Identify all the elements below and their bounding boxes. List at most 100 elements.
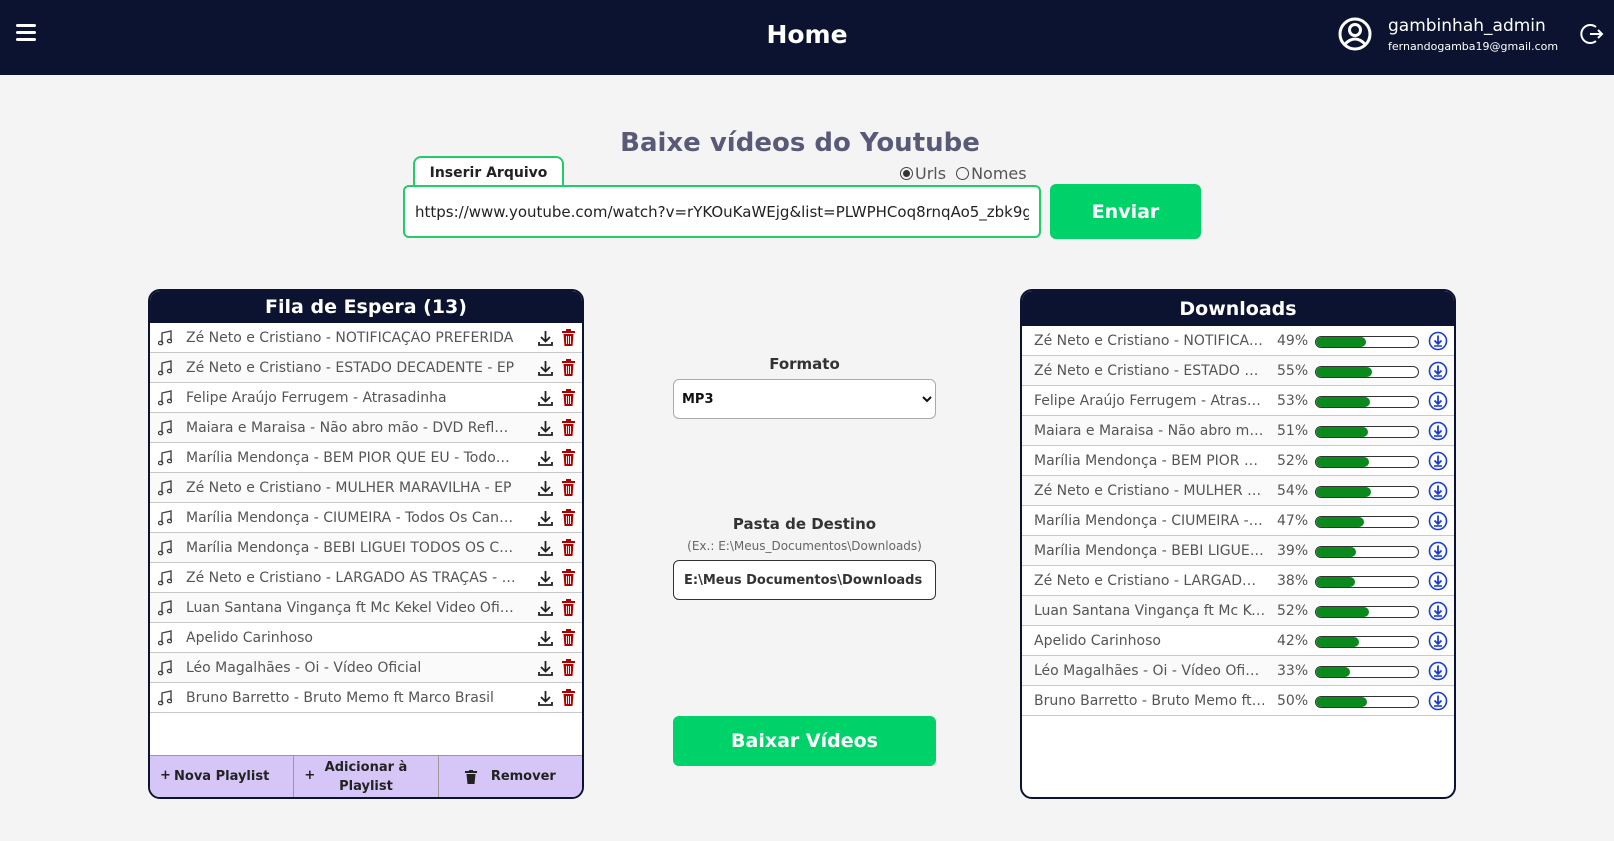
trash-icon[interactable] xyxy=(562,629,575,646)
user-name: gambinhah_admin xyxy=(1388,16,1546,36)
plus-icon: + xyxy=(160,768,171,783)
download-icon[interactable] xyxy=(538,630,553,646)
download-item-title: Zé Neto e Cristiano - NOTIFICAÇÃO PREFER… xyxy=(1034,332,1266,349)
download-circle-icon[interactable] xyxy=(1428,481,1448,501)
download-circle-icon[interactable] xyxy=(1428,631,1448,651)
download-icon[interactable] xyxy=(538,480,553,496)
send-button[interactable]: Enviar xyxy=(1050,184,1201,239)
trash-icon[interactable] xyxy=(562,449,575,466)
queue-item-title: Felipe Araújo Ferrugem - Atrasadinha xyxy=(186,389,447,406)
queue-row[interactable]: Marília Mendonça - BEBI LIGUEI TODOS OS … xyxy=(150,533,582,563)
download-icon[interactable] xyxy=(538,660,553,676)
destination-input[interactable] xyxy=(673,560,936,600)
download-circle-icon[interactable] xyxy=(1428,391,1448,411)
queue-row[interactable]: Marília Mendonça - CIUMEIRA - Todos Os C… xyxy=(150,503,582,533)
destination-label: Pasta de Destino xyxy=(732,515,877,533)
download-circle-icon[interactable] xyxy=(1428,511,1448,531)
trash-icon[interactable] xyxy=(562,659,575,676)
download-videos-button[interactable]: Baixar Vídeos xyxy=(673,716,936,766)
queue-row[interactable]: Zé Neto e Cristiano - MULHER MARAVILHA -… xyxy=(150,473,582,503)
user-avatar-icon[interactable] xyxy=(1338,17,1372,51)
trash-icon[interactable] xyxy=(562,359,575,376)
radio-urls-circle[interactable] xyxy=(900,167,913,180)
trash-icon[interactable] xyxy=(562,599,575,616)
download-icon[interactable] xyxy=(538,390,553,406)
queue-footer: + Nova Playlist + Adicionar à Playlist R… xyxy=(150,755,582,797)
url-input[interactable] xyxy=(403,185,1041,238)
queue-row[interactable]: Zé Neto e Cristiano - ESTADO DECADENTE -… xyxy=(150,353,582,383)
music-note-icon xyxy=(158,479,172,495)
download-icon[interactable] xyxy=(538,360,553,376)
progress-fill xyxy=(1316,667,1350,677)
add-to-playlist-label: Adicionar à Playlist xyxy=(324,759,408,794)
trash-icon[interactable] xyxy=(562,479,575,496)
queue-row[interactable]: Marília Mendonça - BEM PIOR QUE EU - Tod… xyxy=(150,443,582,473)
trash-icon[interactable] xyxy=(562,329,575,346)
progress-fill xyxy=(1316,397,1371,407)
download-circle-icon[interactable] xyxy=(1428,361,1448,381)
download-circle-icon[interactable] xyxy=(1428,661,1448,681)
queue-row[interactable]: Zé Neto e Cristiano - NOTIFICAÇÃO PREFER… xyxy=(150,323,582,353)
trash-icon[interactable] xyxy=(562,689,575,706)
radio-names[interactable]: Nomes xyxy=(956,164,1027,183)
queue-row[interactable]: Léo Magalhães - Oi - Vídeo Oficial xyxy=(150,653,582,683)
download-item-title: Zé Neto e Cristiano - MULHER MARAVILHA xyxy=(1034,482,1266,499)
remove-button[interactable]: Remover xyxy=(439,756,582,797)
format-select[interactable]: MP3 xyxy=(673,379,936,419)
music-note-icon xyxy=(158,389,172,405)
download-row: Zé Neto e Cristiano - LARGADO ÀS TRAÇAS 3… xyxy=(1022,566,1454,596)
trash-icon[interactable] xyxy=(562,509,575,526)
download-row: Bruno Barretto - Bruto Memo ft Marco 50% xyxy=(1022,686,1454,716)
progress-bar xyxy=(1315,696,1419,708)
download-circle-icon[interactable] xyxy=(1428,541,1448,561)
new-playlist-button[interactable]: + Nova Playlist xyxy=(150,756,295,797)
logout-icon[interactable] xyxy=(1580,22,1604,46)
download-icon[interactable] xyxy=(538,420,553,436)
queue-row[interactable]: Felipe Araújo Ferrugem - Atrasadinha xyxy=(150,383,582,413)
new-playlist-label: Nova Playlist xyxy=(174,769,270,784)
download-item-title: Marília Mendonça - BEBI LIGUEI TODOS xyxy=(1034,542,1266,559)
queue-row[interactable]: Zé Neto e Cristiano - LARGADO ÀS TRAÇAS … xyxy=(150,563,582,593)
download-item-title: Bruno Barretto - Bruto Memo ft Marco xyxy=(1034,692,1266,709)
add-to-playlist-button[interactable]: + Adicionar à Playlist xyxy=(294,756,439,797)
trash-icon[interactable] xyxy=(562,539,575,556)
download-icon[interactable] xyxy=(538,330,553,346)
download-icon[interactable] xyxy=(538,540,553,556)
plus-icon: + xyxy=(304,768,316,783)
queue-list: Zé Neto e Cristiano - NOTIFICAÇÃO PREFER… xyxy=(150,323,582,713)
queue-row[interactable]: Luan Santana Vingança ft Mc Kekel Video … xyxy=(150,593,582,623)
download-circle-icon[interactable] xyxy=(1428,691,1448,711)
trash-icon[interactable] xyxy=(562,389,575,406)
trash-icon[interactable] xyxy=(562,569,575,586)
download-icon[interactable] xyxy=(538,570,553,586)
download-circle-icon[interactable] xyxy=(1428,331,1448,351)
queue-item-title: Zé Neto e Cristiano - MULHER MARAVILHA -… xyxy=(186,479,512,496)
radio-urls[interactable]: Urls xyxy=(900,164,946,183)
download-circle-icon[interactable] xyxy=(1428,571,1448,591)
queue-row[interactable]: Apelido Carinhoso xyxy=(150,623,582,653)
download-icon[interactable] xyxy=(538,690,553,706)
progress-bar xyxy=(1315,576,1419,588)
progress-fill xyxy=(1316,577,1355,587)
download-row: Felipe Araújo Ferrugem - Atrasadinha 53% xyxy=(1022,386,1454,416)
queue-item-title: Apelido Carinhoso xyxy=(186,629,313,646)
download-icon[interactable] xyxy=(538,450,553,466)
progress-fill xyxy=(1316,547,1356,557)
hamburger-menu-icon[interactable] xyxy=(16,24,36,42)
insert-file-tab[interactable]: Inserir Arquivo xyxy=(413,156,564,188)
radio-names-circle[interactable] xyxy=(956,167,970,180)
download-row: Marília Mendonça - CIUMEIRA - Todos 47% xyxy=(1022,506,1454,536)
download-circle-icon[interactable] xyxy=(1428,601,1448,621)
queue-row[interactable]: Maiara e Maraisa - Não abro mão - DVD Re… xyxy=(150,413,582,443)
download-circle-icon[interactable] xyxy=(1428,421,1448,441)
progress-bar xyxy=(1315,636,1419,648)
progress-fill xyxy=(1316,367,1373,377)
trash-icon[interactable] xyxy=(562,419,575,436)
progress-bar xyxy=(1315,426,1419,438)
download-icon[interactable] xyxy=(538,510,553,526)
progress-fill xyxy=(1316,697,1367,707)
queue-row[interactable]: Bruno Barretto - Bruto Memo ft Marco Bra… xyxy=(150,683,582,713)
download-icon[interactable] xyxy=(538,600,553,616)
download-circle-icon[interactable] xyxy=(1428,451,1448,471)
download-row: Zé Neto e Cristiano - MULHER MARAVILHA 54… xyxy=(1022,476,1454,506)
